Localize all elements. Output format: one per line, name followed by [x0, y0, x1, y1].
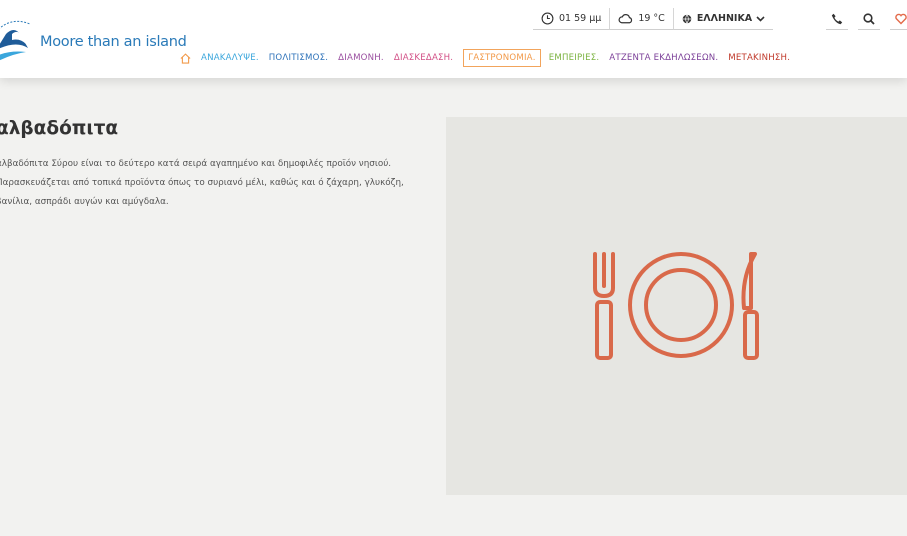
page-title: αλβαδόπιτα — [0, 118, 119, 139]
globe-icon — [682, 14, 692, 23]
time-display: 01 59 μμ — [533, 8, 610, 30]
cloud-icon — [618, 14, 633, 24]
product-description: αλβαδόπιτα Σύρου είναι το δεύτερο κατά σ… — [0, 159, 404, 207]
product-image-placeholder — [446, 117, 907, 495]
search-icon — [863, 12, 875, 25]
logo-icon — [0, 20, 31, 61]
search-button[interactable] — [858, 8, 880, 30]
nav-item-anakalypse[interactable]: ΑΝΑΚΑΛΥΨΕ. — [201, 53, 259, 63]
nav-item-politismos[interactable]: ΠΟΛΙΤΙΣΜΟΣ. — [269, 53, 328, 63]
home-icon — [180, 52, 191, 64]
language-label: ΕΛΛΗΝΙΚΑ — [696, 13, 753, 24]
site-logo[interactable] — [0, 10, 40, 62]
nav-item-diamoni[interactable]: ΔΙΑΜΟΝΗ. — [338, 53, 384, 63]
main-navigation: ΑΝΑΚΑΛΥΨΕ. ΠΟΛΙΤΙΣΜΟΣ. ΔΙΑΜΟΝΗ. ΔΙΑΣΚΕΔΑ… — [180, 48, 800, 68]
phone-icon — [831, 13, 843, 24]
language-selector[interactable]: ΕΛΛΗΝΙΚΑ — [672, 8, 774, 30]
nav-item-empeiries[interactable]: ΕΜΠΕΙΡΙΕΣ. — [549, 53, 600, 63]
clock-icon — [541, 12, 554, 25]
nav-item-diaskedasi[interactable]: ΔΙΑΣΚΕΔΑΣΗ. — [394, 53, 453, 63]
phone-button[interactable] — [826, 8, 848, 30]
favorites-button[interactable] — [890, 8, 907, 30]
home-button[interactable] — [180, 52, 191, 64]
nav-item-metakinisi[interactable]: ΜΕΤΑΚΙΝΗΣΗ. — [728, 53, 790, 63]
time-text: 01 59 μμ — [559, 13, 602, 24]
nav-item-gastronomia[interactable]: ΓΑΣΤΡΟΝΟΜΙΑ. — [463, 49, 541, 67]
weather-text: 19 °C — [638, 13, 665, 24]
tagline: Moore than an island — [40, 34, 187, 50]
heart-icon — [895, 13, 907, 25]
nav-item-atzenta[interactable]: ΑΤΖΕΝΤΑ ΕΚΔΗΛΩΣΕΩΝ. — [609, 53, 718, 63]
header-action-icons — [826, 8, 907, 30]
utensils-plate-icon — [593, 252, 759, 360]
top-utility-bar: 01 59 μμ 19 °C ΕΛΛΗΝΙΚΑ — [533, 8, 774, 30]
weather-display: 19 °C — [609, 8, 673, 30]
chevron-down-icon — [756, 15, 765, 22]
site-header: Moore than an island 01 59 μμ 19 °C ΕΛΛΗ… — [0, 0, 907, 78]
